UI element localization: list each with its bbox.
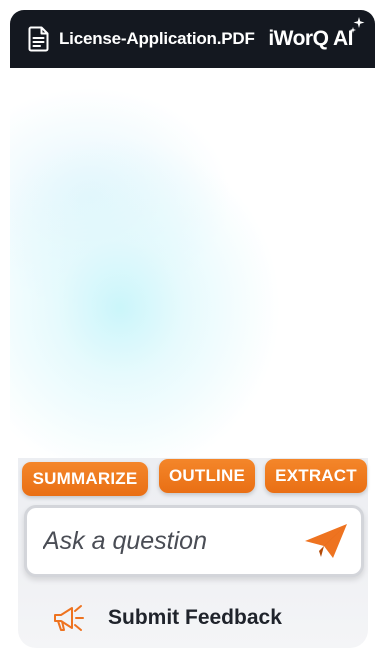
file-name: License-Application.PDF	[59, 29, 255, 48]
submit-feedback-label: Submit Feedback	[108, 606, 282, 629]
brand-name: iWorQ AI	[268, 27, 353, 50]
brand-logo: iWorQ AI	[268, 17, 365, 54]
ask-question-box	[24, 505, 364, 577]
submit-feedback-button[interactable]: Submit Feedback	[52, 598, 322, 638]
app-frame: License-Application.PDF iWorQ AI SUMMARI…	[0, 0, 378, 664]
outline-button[interactable]: OUTLINE	[159, 459, 255, 493]
question-input[interactable]	[43, 524, 293, 558]
document-preview-area	[10, 68, 375, 458]
app-header: License-Application.PDF iWorQ AI	[10, 10, 375, 68]
megaphone-icon	[54, 605, 84, 631]
extract-button[interactable]: EXTRACT	[265, 459, 367, 493]
sparkle-icon	[350, 17, 365, 33]
summarize-button[interactable]: SUMMARIZE	[22, 462, 148, 496]
document-icon	[28, 26, 49, 52]
paper-plane-icon[interactable]	[303, 521, 349, 561]
